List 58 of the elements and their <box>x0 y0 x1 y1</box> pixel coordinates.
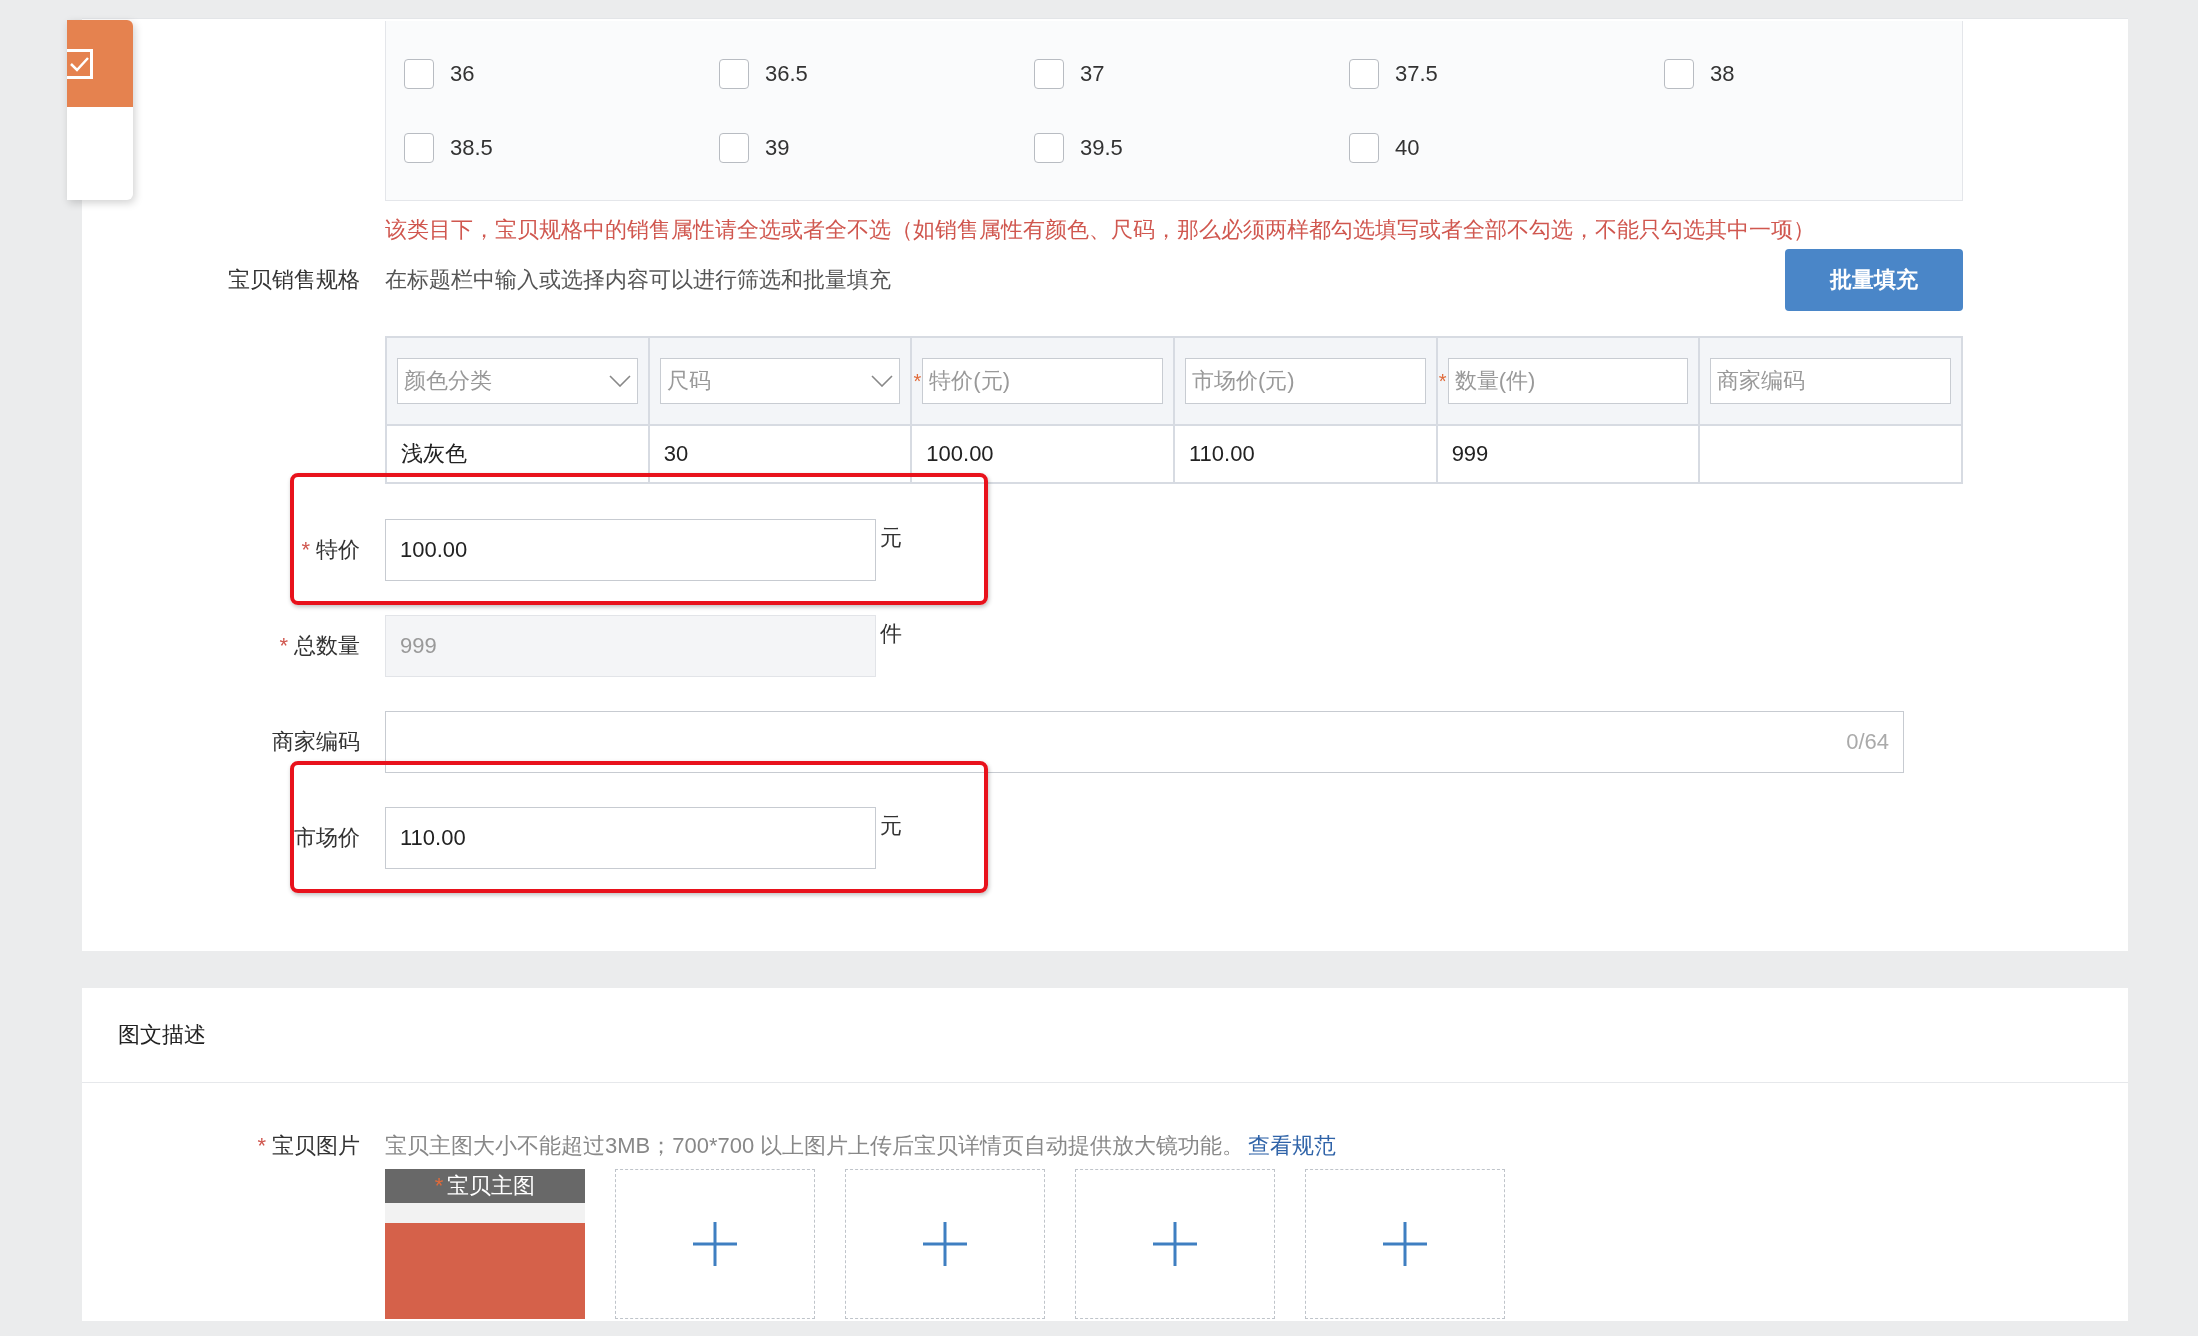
checkbox[interactable] <box>1034 132 1064 163</box>
field-label: 市场价 <box>294 824 360 852</box>
upload-slot[interactable] <box>1075 1169 1275 1319</box>
option-label[interactable]: 39.5 <box>1080 134 1123 161</box>
option-label[interactable]: 36 <box>450 60 475 87</box>
batch-fill-button[interactable]: 批量填充 <box>1785 249 1963 311</box>
upload-slot[interactable] <box>1305 1169 1505 1319</box>
required-mark: * <box>434 1173 444 1199</box>
unit-label: 元 <box>880 524 902 552</box>
field-label: 商家编码 <box>272 728 360 756</box>
option-label[interactable]: 40 <box>1395 134 1420 161</box>
option-label[interactable]: 39 <box>765 134 790 161</box>
field-label: 总数量 <box>294 632 360 660</box>
unit-label: 元 <box>880 812 902 840</box>
checkbox[interactable] <box>1349 132 1379 163</box>
option-label[interactable]: 36.5 <box>765 60 808 87</box>
section-title: 图文描述 <box>118 1021 206 1049</box>
text-input[interactable]: 100.00 <box>385 519 876 581</box>
unit-label: 件 <box>880 620 902 648</box>
table-cell: 30 <box>648 425 912 483</box>
option-label[interactable]: 37.5 <box>1395 60 1438 87</box>
checkbox[interactable] <box>404 132 434 163</box>
chevron-down-icon <box>871 375 894 387</box>
required-mark: * <box>301 537 310 563</box>
upload-slot[interactable] <box>845 1169 1045 1319</box>
field-label: 特价 <box>316 536 360 564</box>
table-cell: 浅灰色 <box>386 425 649 483</box>
plus-icon <box>1151 1220 1199 1268</box>
table-cell: 100.00 <box>911 425 1174 483</box>
field-label: 宝贝图片 <box>272 1132 360 1160</box>
link[interactable]: 查看规范 <box>1248 1131 1337 1161</box>
required-mark: * <box>279 633 288 659</box>
image-caption: 宝贝主图 <box>447 1172 536 1200</box>
option-label[interactable]: 37 <box>1080 60 1105 87</box>
checkbox[interactable] <box>1664 58 1694 89</box>
chevron-down-icon <box>608 375 631 387</box>
hint-text: 宝贝主图大小不能超过3MB；700*700 以上图片上传后宝贝详情页自动提供放大镜功能。 <box>385 1132 1245 1160</box>
checkbox[interactable] <box>404 58 434 89</box>
plus-icon <box>691 1220 739 1268</box>
option-label[interactable]: 38 <box>1710 60 1735 87</box>
field-label: 宝贝销售规格 <box>227 266 361 294</box>
upload-slot[interactable] <box>615 1169 815 1319</box>
required-mark: * <box>912 369 923 393</box>
char-counter: 0/64 <box>1846 729 1889 755</box>
checkbox[interactable] <box>719 132 749 163</box>
hint-text: 在标题栏中输入或选择内容可以进行筛选和批量填充 <box>385 266 892 294</box>
checkbox[interactable] <box>1034 58 1064 89</box>
required-mark: * <box>1437 369 1448 393</box>
warning-text: 该类目下，宝贝规格中的销售属性请全选或者全不选（如销售属性有颜色、尺码，那么必须两样都勾选填写或者全部不勾选，不能只勾选其中一项） <box>385 216 1816 244</box>
plus-icon <box>1381 1220 1429 1268</box>
plus-icon <box>921 1220 969 1268</box>
text-input[interactable]: 110.00 <box>385 807 876 869</box>
table-cell: 999 <box>1436 425 1700 483</box>
required-mark: * <box>257 1133 266 1159</box>
table-cell: 110.00 <box>1173 425 1437 483</box>
option-label[interactable]: 38.5 <box>450 134 493 161</box>
checkbox[interactable] <box>719 58 749 89</box>
checkbox[interactable] <box>1349 58 1379 89</box>
